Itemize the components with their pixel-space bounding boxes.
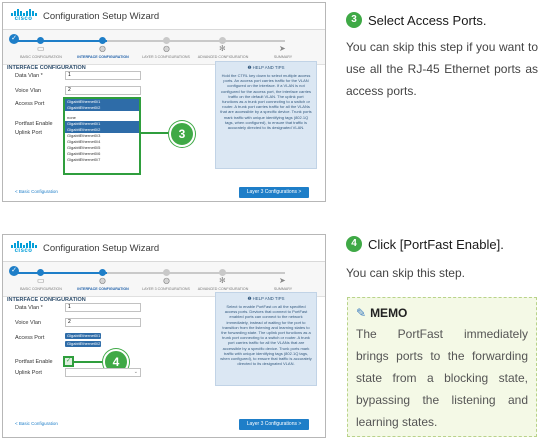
data-vlan-label: Data Vlan * [15, 305, 43, 311]
uplink-select[interactable]: ⌄ [65, 368, 141, 377]
window-title: Configuration Setup Wizard [43, 242, 160, 254]
step-dot [163, 37, 170, 44]
step-number-badge: 4 [346, 236, 362, 252]
globe-icon: ◍ [99, 276, 106, 285]
brand-text: cisco [14, 248, 33, 254]
uplink-label: Uplink Port [15, 130, 42, 136]
title-bar: cisco Configuration Setup Wizard [3, 235, 325, 262]
voice-vlan-input[interactable]: 2 [65, 318, 141, 327]
window-title: Configuration Setup Wizard [43, 10, 160, 22]
step3-description: You can skip this step if you want to us… [346, 40, 538, 98]
uplink-label: Uplink Port [15, 370, 42, 376]
step-dot [219, 37, 226, 44]
step3-heading: 3 Select Access Ports. [346, 12, 487, 28]
voice-vlan-input[interactable]: 2 [65, 86, 141, 95]
wizard-screenshot-step3: cisco Configuration Setup Wizard ✓ ▭ ◍ ◍… [2, 2, 326, 202]
step-title: Select Access Ports. [368, 12, 487, 28]
next-button[interactable]: Layer 3 Configurations > [239, 419, 309, 430]
tips-text: Hold the CTRL key down to select multipl… [220, 73, 312, 131]
step-label[interactable]: INTERFACE CONFIGURATION [77, 55, 128, 59]
gear-icon: ✻ [219, 276, 226, 285]
step-label[interactable]: BASIC CONFIGURATION [20, 55, 62, 59]
step-label[interactable]: SUMMARY [274, 55, 292, 59]
wizard-screenshot-step4: cisco Configuration Setup Wizard ✓ ▭ ◍ ◍… [2, 234, 326, 438]
data-vlan-input[interactable]: 1 [65, 303, 141, 312]
callout-connector [74, 361, 104, 363]
selected-port-tag[interactable]: GigabitEthernet0/2 [65, 341, 101, 347]
help-tips-panel: ❶ HELP AND TIPS Hold the CTRL key down t… [215, 61, 317, 169]
step-dot [37, 37, 44, 44]
list-option[interactable]: GigabitEthernet0/2 [65, 105, 139, 111]
memo-box: ✎ MEMO The PortFast immediately brings p… [347, 297, 537, 437]
chevron-down-icon: ⌄ [133, 369, 138, 375]
portfast-label: Portfast Enable [15, 121, 53, 127]
step-dot [99, 37, 106, 44]
back-link[interactable]: < Basic Configuration [15, 421, 58, 426]
step-label[interactable]: LAYER 3 CONFIGURATIONS [142, 287, 190, 291]
title-bar: cisco Configuration Setup Wizard [3, 3, 325, 30]
step-dot [37, 269, 44, 276]
globe-icon: ◍ [163, 276, 170, 285]
tips-text: Select to enable PortFast on all the spe… [220, 304, 312, 367]
memo-text: The PortFast immediately brings ports to… [356, 327, 528, 429]
data-vlan-label: Data Vlan * [15, 73, 43, 79]
list-option[interactable]: GigabitEthernet0/7 [65, 157, 139, 163]
step4-heading: 4 Click [PortFast Enable]. [346, 236, 504, 252]
step-label[interactable]: LAYER 3 CONFIGURATIONS [142, 55, 190, 59]
check-icon: ✓ [9, 266, 19, 276]
next-button[interactable]: Layer 3 Configurations > [239, 187, 309, 198]
access-port-list[interactable]: GigabitEthernet0/1 GigabitEthernet0/2 no… [63, 97, 141, 175]
back-link[interactable]: < Basic Configuration [15, 189, 58, 194]
step-dot [219, 269, 226, 276]
portfast-checkbox[interactable]: ✓ [63, 356, 74, 367]
data-vlan-input[interactable]: 1 [65, 71, 141, 80]
step-label[interactable]: INTERFACE CONFIGURATION [77, 287, 128, 291]
cisco-logo: cisco [10, 9, 37, 23]
step-number-badge: 3 [346, 12, 362, 28]
step-label[interactable]: SUMMARY [274, 287, 292, 291]
portfast-label: Portfast Enable [15, 359, 53, 365]
gear-icon: ✻ [219, 44, 226, 53]
wizard-steps: ✓ ▭ ◍ ◍ ✻ ➤ BASIC CONFIGURATION INTERFAC… [3, 30, 325, 65]
access-port-label: Access Port [15, 101, 45, 107]
check-icon: ✓ [9, 34, 19, 44]
memo-title: MEMO [370, 306, 408, 320]
step-dot [99, 269, 106, 276]
monitor-icon: ▭ [37, 44, 45, 53]
help-tips-panel: ❶ HELP AND TIPS Select to enable PortFas… [215, 292, 317, 386]
step-label[interactable]: ADVANCED CONFIGURATION [198, 55, 249, 59]
step-label[interactable]: ADVANCED CONFIGURATION [198, 287, 249, 291]
globe-icon: ◍ [163, 44, 170, 53]
step-title: Click [PortFast Enable]. [368, 236, 504, 252]
brand-text: cisco [14, 16, 33, 22]
send-icon: ➤ [279, 276, 286, 285]
callout-connector [139, 132, 171, 134]
access-port-label: Access Port [15, 335, 45, 341]
monitor-icon: ▭ [37, 276, 45, 285]
globe-icon: ◍ [99, 44, 106, 53]
memo-heading: ✎ MEMO [356, 306, 536, 320]
voice-vlan-label: Voice Vlan [15, 88, 41, 94]
send-icon: ➤ [279, 44, 286, 53]
step-label[interactable]: BASIC CONFIGURATION [20, 287, 62, 291]
voice-vlan-label: Voice Vlan [15, 320, 41, 326]
notepad-pencil-icon: ✎ [356, 306, 367, 320]
step4-description: You can skip this step. [346, 266, 465, 280]
callout-badge: 3 [169, 121, 195, 147]
step-dot [163, 269, 170, 276]
cisco-logo: cisco [10, 241, 37, 255]
selected-port-tag[interactable]: GigabitEthernet0/1 [65, 333, 101, 339]
